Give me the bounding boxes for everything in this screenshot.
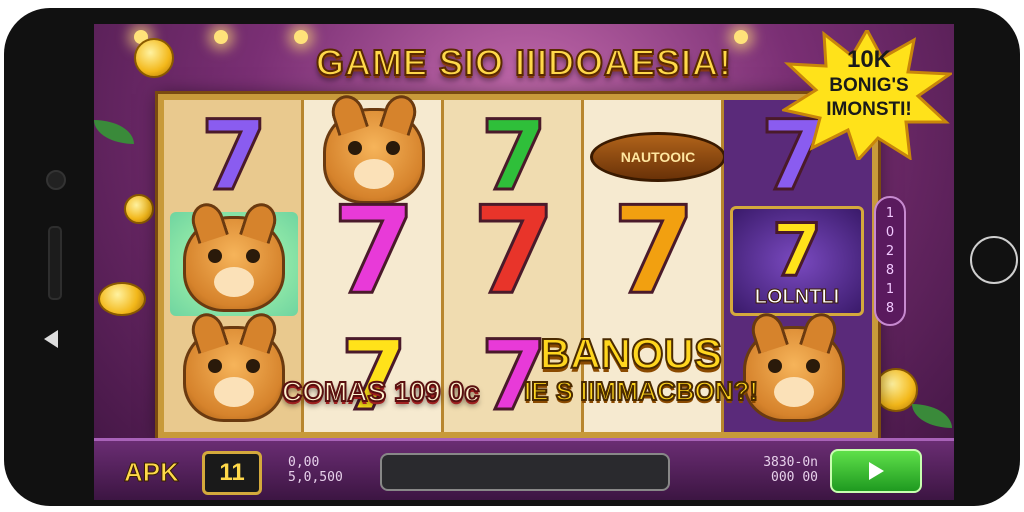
play-icon bbox=[868, 462, 884, 480]
coin-icon bbox=[124, 194, 154, 224]
level-badge[interactable]: 11 bbox=[202, 451, 262, 495]
dog-symbol bbox=[170, 212, 298, 316]
plate-label: NAUTOOIC bbox=[590, 132, 726, 182]
burst-line-1: 10K bbox=[846, 46, 892, 73]
camera-icon bbox=[46, 170, 66, 190]
seven-symbol: 7 bbox=[471, 182, 557, 321]
coin-icon bbox=[98, 282, 146, 316]
leaf-icon bbox=[94, 120, 134, 144]
burst-line-3: IMONSTI! bbox=[826, 99, 912, 120]
dog-icon bbox=[743, 326, 845, 422]
bet-display: 3830-0n 000 00 bbox=[763, 455, 818, 485]
seven-symbol-framed: 7 LOLNTLI bbox=[730, 206, 864, 316]
game-screen: GAME SIO IIIDOAESIA! 7 7 7 7 7 7 NAUTOOI… bbox=[94, 24, 954, 500]
phone-frame: GAME SIO IIIDOAESIA! 7 7 7 7 7 7 NAUTOOI… bbox=[4, 8, 1020, 506]
dog-icon bbox=[183, 216, 285, 312]
seven-symbol: 7 bbox=[611, 182, 697, 321]
dog-symbol bbox=[170, 322, 298, 426]
reel-grid: 7 7 7 7 7 7 NAUTOOIC 7 7 7 LOLNTLI bbox=[158, 94, 878, 438]
promo-banner-left: COMAS 109 0c bbox=[281, 375, 481, 408]
home-button[interactable] bbox=[970, 236, 1018, 284]
bonus-banner-bottom: IE S IIMMACBON?! bbox=[523, 375, 759, 407]
dog-icon bbox=[183, 326, 285, 422]
control-bar: APK 11 0,00 5,0,500 3830-0n 000 00 bbox=[94, 438, 954, 500]
speaker-slot bbox=[48, 226, 62, 300]
back-icon[interactable] bbox=[44, 330, 58, 348]
side-paytable[interactable]: 1 0 2 8 1 8 bbox=[874, 196, 906, 326]
reel5-label: LOLNTLI bbox=[754, 285, 840, 308]
leaf-icon bbox=[912, 404, 952, 428]
seven-symbol: 7 bbox=[199, 100, 269, 212]
apk-label: APK bbox=[124, 457, 180, 488]
dog-symbol bbox=[730, 322, 858, 426]
spin-progress-bar bbox=[380, 453, 670, 491]
burst-line-2: BONIG'S bbox=[829, 75, 909, 96]
balance-display: 0,00 5,0,500 bbox=[288, 455, 343, 485]
spin-button[interactable] bbox=[830, 449, 922, 493]
bonus-banner-top: BANOUS bbox=[539, 329, 723, 378]
seven-symbol: 7 bbox=[331, 182, 417, 321]
